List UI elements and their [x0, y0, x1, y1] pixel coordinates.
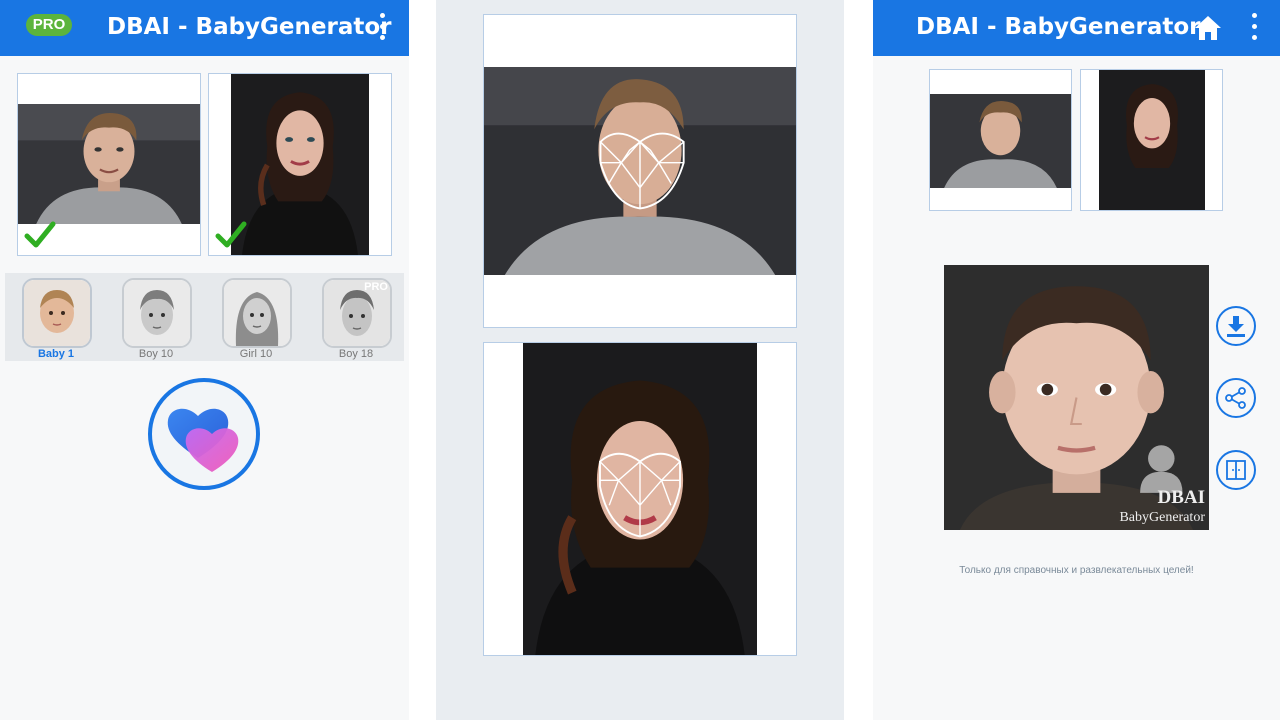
screen-result: DBAI - BabyGenerator DBAI BabyGenerator … — [873, 0, 1280, 720]
generated-baby-image: DBAI BabyGenerator — [944, 265, 1209, 530]
watermark-title: DBAI — [1157, 487, 1205, 508]
app-bar: DBAI - BabyGenerator — [873, 0, 1280, 56]
screen-face-analysis — [436, 0, 844, 720]
app-bar: PRO DBAI - BabyGenerator — [0, 0, 409, 56]
mother-photo-slot[interactable] — [208, 73, 392, 256]
share-button[interactable] — [1216, 378, 1256, 418]
father-photo — [18, 104, 200, 224]
mother-analysis-frame — [483, 342, 797, 656]
disclaimer-text: Только для справочных и развлекательных … — [959, 565, 1194, 576]
preset-label: Baby 1 — [37, 348, 75, 360]
kebab-menu-icon[interactable] — [375, 12, 389, 42]
screen-photo-selection: PRO DBAI - BabyGenerator Baby 1 Boy 10 G… — [0, 0, 409, 720]
share-icon — [1225, 387, 1246, 409]
preset-label: Boy 10 — [138, 348, 174, 360]
checkmark-icon — [215, 221, 247, 248]
preset-boy-10[interactable] — [122, 278, 192, 348]
pro-tag: PRO — [364, 281, 388, 293]
preset-label: Boy 18 — [338, 348, 374, 360]
compare-button[interactable] — [1216, 450, 1256, 490]
watermark-subtitle: BabyGenerator — [1119, 510, 1205, 525]
father-thumbnail[interactable] — [929, 69, 1072, 211]
download-button[interactable] — [1216, 306, 1256, 346]
preset-baby-1[interactable] — [22, 278, 92, 348]
preset-boy-18[interactable]: PRO — [322, 278, 392, 348]
home-icon[interactable] — [1193, 14, 1223, 42]
preset-strip: Baby 1 Boy 10 Girl 10 PRO Boy 18 — [5, 273, 404, 361]
father-photo-slot[interactable] — [17, 73, 201, 256]
pro-badge[interactable]: PRO — [26, 14, 72, 36]
mother-photo — [231, 74, 369, 255]
father-analysis-frame — [483, 14, 797, 328]
app-title: DBAI - BabyGenerator — [916, 14, 1201, 40]
preset-girl-10[interactable] — [222, 278, 292, 348]
generate-button[interactable] — [148, 378, 260, 490]
mother-face-scan — [523, 343, 757, 655]
checkmark-icon — [24, 221, 56, 248]
preset-label: Girl 10 — [239, 348, 273, 360]
hearts-icon — [167, 408, 239, 472]
app-title: DBAI - BabyGenerator — [107, 14, 392, 40]
compare-icon — [1226, 460, 1246, 480]
mother-thumbnail[interactable] — [1080, 69, 1223, 211]
father-photo — [930, 94, 1071, 188]
mother-photo — [1099, 70, 1205, 210]
father-face-scan — [484, 67, 796, 275]
download-icon — [1227, 316, 1245, 337]
kebab-menu-icon[interactable] — [1247, 12, 1261, 42]
